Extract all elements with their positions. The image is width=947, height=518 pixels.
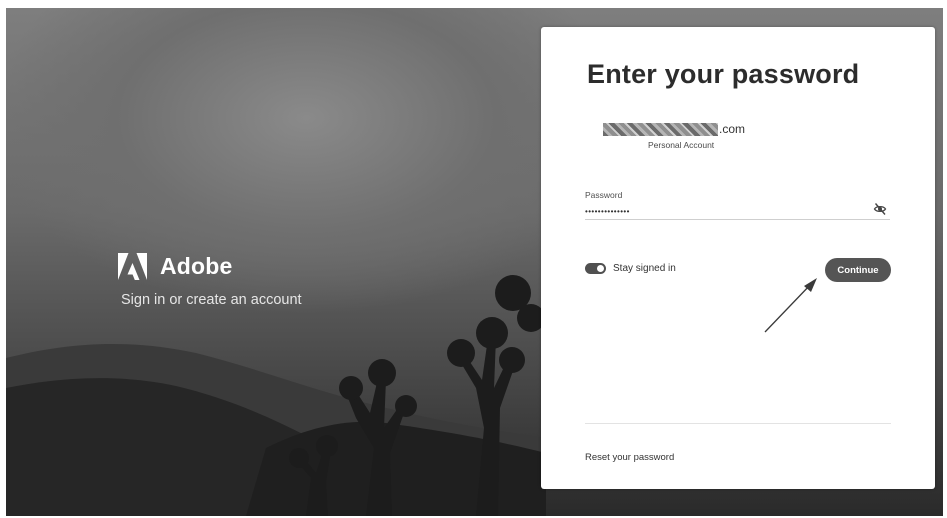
adobe-logo-icon xyxy=(118,253,147,280)
signin-card: Enter your password .com Personal Accoun… xyxy=(541,27,935,489)
stay-signed-in-toggle[interactable] xyxy=(585,263,606,274)
page-title: Enter your password xyxy=(587,59,860,89)
redacted-email xyxy=(603,122,718,136)
reset-password-link[interactable]: Reset your password xyxy=(585,452,674,463)
email-suffix: .com xyxy=(719,122,746,136)
account-type-label: Personal Account xyxy=(648,140,715,150)
password-field[interactable] xyxy=(585,203,890,220)
brand-tagline: Sign in or create an account xyxy=(121,292,302,308)
account-email: .com xyxy=(603,122,745,136)
stay-signed-in-row: Stay signed in xyxy=(585,263,676,274)
adobe-brand: Adobe xyxy=(118,253,233,280)
stay-signed-in-label: Stay signed in xyxy=(613,263,676,274)
password-label: Password xyxy=(585,190,623,200)
divider xyxy=(585,423,891,424)
brand-name: Adobe xyxy=(160,253,233,279)
eye-slash-icon[interactable] xyxy=(873,202,887,216)
continue-button[interactable]: Continue xyxy=(825,258,891,282)
